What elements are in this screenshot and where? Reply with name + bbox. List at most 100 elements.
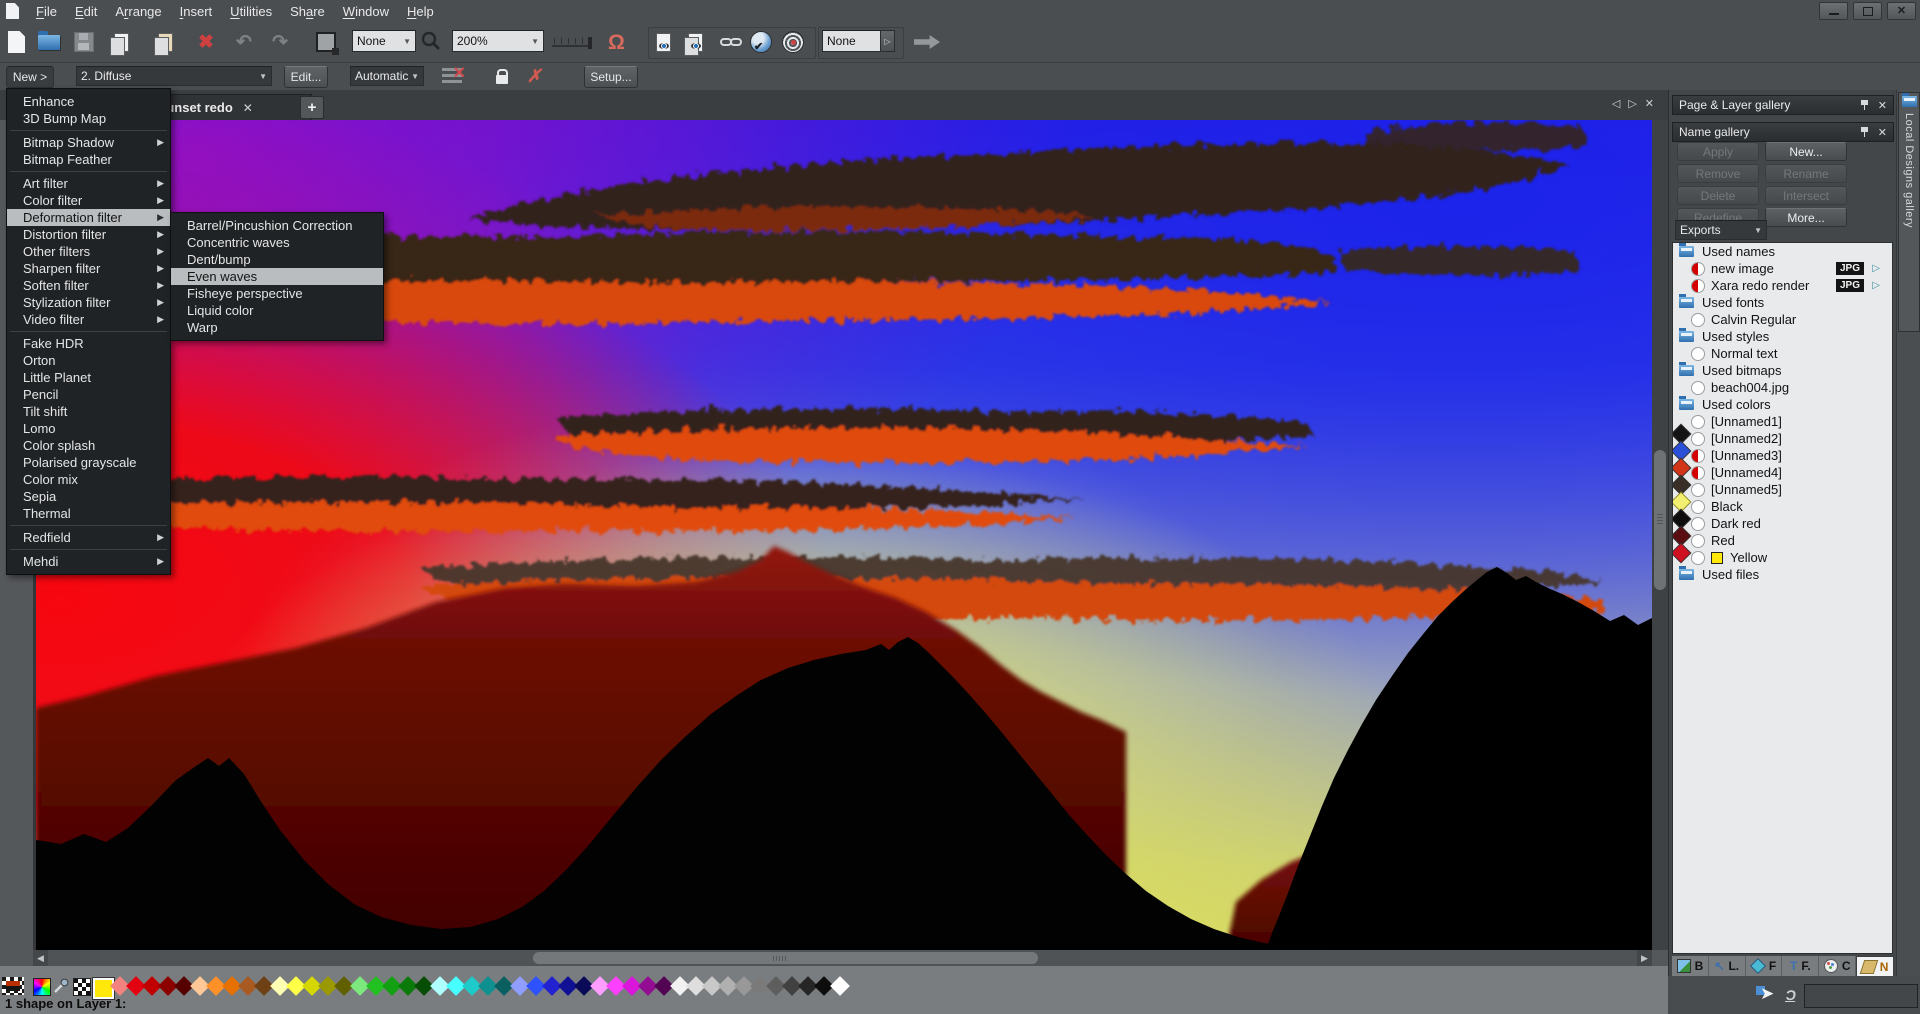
effects-menu-item-sepia[interactable]: Sepia (7, 488, 170, 505)
paste-button[interactable] (154, 30, 173, 56)
vertical-scrollbar[interactable] (1652, 120, 1668, 950)
new-tab-button[interactable]: + (300, 96, 324, 119)
effects-menu-item-little-planet[interactable]: Little Planet (7, 369, 170, 386)
hyperlink-button[interactable] (720, 30, 742, 54)
remove-effect-button[interactable]: ✕ (442, 66, 466, 86)
effects-menu-item-video-filter[interactable]: Video filter ▶ (7, 311, 170, 328)
effects-menu-item-enhance[interactable]: Enhance (7, 93, 170, 110)
page-layer-gallery-header[interactable]: Page & Layer gallery ✕ (1672, 95, 1894, 115)
effects-menu-item-deformation-filter[interactable]: Deformation filter ▶ (7, 209, 170, 226)
export-preset-expand-button[interactable]: ▷ (880, 30, 895, 52)
web-export-check-button[interactable]: ✔ (750, 30, 772, 54)
menubar-item-help[interactable]: Help (398, 2, 443, 21)
tree-row-beach004-jpg[interactable]: beach004.jpg (1673, 379, 1892, 396)
font-gallery-tab[interactable]: T F. (1782, 956, 1820, 976)
deformation-submenu-item-dent-bump[interactable]: Dent/bump (171, 251, 383, 268)
deformation-submenu-item-fisheye-perspective[interactable]: Fisheye perspective (171, 285, 383, 302)
tree-row-calvin-regular[interactable]: Calvin Regular (1673, 311, 1892, 328)
effects-menu-item-redfield[interactable]: Redfield ▶ (7, 529, 170, 546)
tree-row-used-fonts[interactable]: Used fonts (1673, 294, 1892, 311)
tree-row-used-bitmaps[interactable]: Used bitmaps (1673, 362, 1892, 379)
close-tab-icon[interactable]: ✕ (243, 101, 253, 115)
effects-menu-item-art-filter[interactable]: Art filter ▶ (7, 175, 170, 192)
rename-button[interactable]: Rename (1765, 164, 1847, 183)
apply-button[interactable]: Apply (1677, 142, 1759, 161)
tree-row-unnamed3[interactable]: [Unnamed3] (1673, 447, 1892, 479)
more-button[interactable]: More... (1765, 208, 1847, 227)
local-designs-gallery-tab[interactable]: Local Designs gallery (1898, 92, 1920, 332)
effects-menu-item-stylization-filter[interactable]: Stylization filter ▶ (7, 294, 170, 311)
tree-row-new-image[interactable]: new image JPG ▷ (1673, 260, 1892, 277)
name-gallery-header[interactable]: Name gallery ✕ (1672, 122, 1894, 142)
effects-menu-item-soften-filter[interactable]: Soften filter ▶ (7, 277, 170, 294)
deformation-submenu-item-barrel-pincushion-correction[interactable]: Barrel/Pincushion Correction (171, 217, 383, 234)
undo-button[interactable]: ↶ (236, 30, 252, 54)
pin-icon[interactable] (1860, 127, 1868, 137)
effects-menu-item-color-splash[interactable]: Color splash (7, 437, 170, 454)
effects-menu-item-color-mix[interactable]: Color mix (7, 471, 170, 488)
menubar-item-utilities[interactable]: Utilities (221, 2, 281, 21)
exports-dropdown[interactable]: Exports ▼ (1675, 220, 1767, 240)
tree-row-used-names[interactable]: Used names (1673, 243, 1892, 260)
preview-page-button[interactable] (656, 30, 671, 54)
tab-next-icon[interactable]: ▷ (1628, 97, 1636, 110)
fill-gallery-tab[interactable]: F (1746, 956, 1783, 976)
disable-effects-button[interactable]: ✗ (526, 66, 545, 86)
deformation-submenu-item-even-waves[interactable]: Even waves (171, 268, 383, 285)
effects-menu-item-sharpen-filter[interactable]: Sharpen filter ▶ (7, 260, 170, 277)
menubar-item-arrange[interactable]: Arrange (106, 2, 170, 21)
tree-row-normal-text[interactable]: Normal text (1673, 345, 1892, 362)
effects-menu-item-bitmap-shadow[interactable]: Bitmap Shadow ▶ (7, 134, 170, 151)
tree-row-unnamed4[interactable]: [Unnamed4] (1673, 464, 1892, 496)
effects-menu-item-distortion-filter[interactable]: Distortion filter ▶ (7, 226, 170, 243)
preview-all-pages-button[interactable] (684, 30, 703, 56)
effects-menu-item-color-filter[interactable]: Color filter ▶ (7, 192, 170, 209)
snap-to-objects-button[interactable]: Ω (608, 30, 625, 54)
export-button[interactable] (914, 30, 940, 54)
lock-effect-button[interactable] (496, 66, 508, 86)
no-color-swatch[interactable] (73, 978, 91, 996)
tree-row-unnamed2[interactable]: [Unnamed2] (1673, 430, 1892, 462)
save-button[interactable] (74, 30, 94, 54)
new-effect-button[interactable]: New > (6, 66, 54, 88)
tree-row-used-colors[interactable]: Used colors (1673, 396, 1892, 413)
tree-row-used-styles[interactable]: Used styles (1673, 328, 1892, 345)
restore-button[interactable] (1853, 2, 1882, 20)
current-color-indicator[interactable] (2, 977, 24, 995)
horizontal-scrollbar[interactable]: ◀ ▶ (33, 950, 1652, 966)
effects-menu-item-polarised-grayscale[interactable]: Polarised grayscale (7, 454, 170, 471)
new-button[interactable]: New... (1765, 142, 1847, 161)
effects-menu-item-fake-hdr[interactable]: Fake HDR (7, 335, 170, 352)
menubar-item-insert[interactable]: Insert (171, 2, 222, 21)
effects-menu-item-mehdi[interactable]: Mehdi ▶ (7, 553, 170, 570)
tree-row-unnamed1[interactable]: [Unnamed1] (1673, 413, 1892, 445)
delete-button[interactable]: ✖ (198, 30, 214, 54)
new-document-button[interactable] (8, 30, 25, 54)
tab-close-icon[interactable]: ✕ (1645, 97, 1654, 110)
web-publish-button[interactable] (782, 30, 804, 54)
effects-menu-item-thermal[interactable]: Thermal (7, 505, 170, 522)
menubar-item-edit[interactable]: Edit (66, 2, 106, 21)
menubar-item-share[interactable]: Share (281, 2, 334, 21)
close-gallery-icon[interactable]: ✕ (1878, 99, 1887, 112)
setup-button[interactable]: Setup... (584, 66, 638, 88)
scroll-left-button[interactable]: ◀ (33, 950, 48, 966)
intersect-button[interactable]: Intersect (1765, 186, 1847, 205)
menubar-item-file[interactable]: File (27, 2, 66, 21)
tree-row-used-files[interactable]: Used files (1673, 566, 1892, 583)
expand-export-icon[interactable]: ▷ (1872, 280, 1880, 291)
page-size-dropdown[interactable]: None ▼ (352, 30, 416, 52)
effects-menu-item-tilt-shift[interactable]: Tilt shift (7, 403, 170, 420)
deformation-submenu-item-concentric-waves[interactable]: Concentric waves (171, 234, 383, 251)
remove-button[interactable]: Remove (1677, 164, 1759, 183)
close-window-button[interactable]: ✕ (1887, 2, 1916, 20)
effects-menu-item-orton[interactable]: Orton (7, 352, 170, 369)
zoom-tool-button[interactable] (420, 30, 442, 54)
feather-slider[interactable] (552, 30, 592, 54)
vertical-scrollbar-thumb[interactable] (1654, 450, 1666, 590)
edit-effect-button[interactable]: Edit... (284, 66, 328, 88)
open-button[interactable] (38, 30, 60, 54)
horizontal-scrollbar-thumb[interactable] (533, 952, 1038, 964)
effects-menu-item-pencil[interactable]: Pencil (7, 386, 170, 403)
effects-menu-item-other-filters[interactable]: Other filters ▶ (7, 243, 170, 260)
